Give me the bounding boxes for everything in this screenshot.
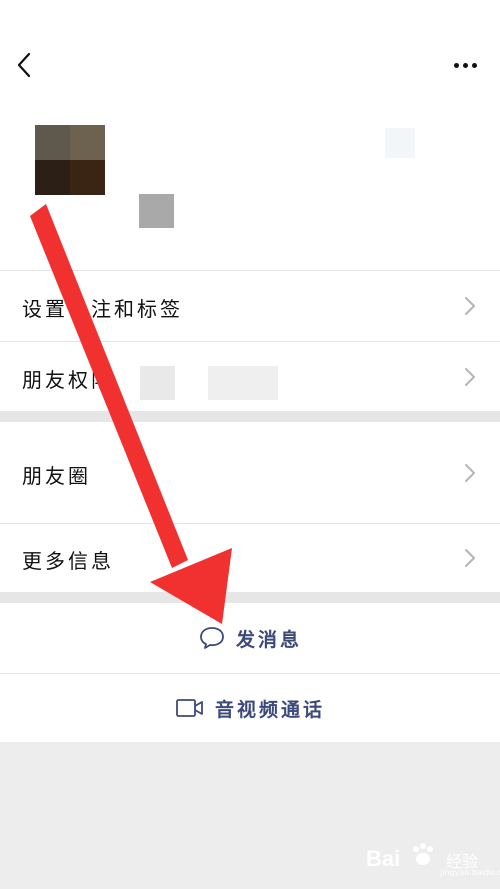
redacted-region bbox=[139, 194, 174, 228]
video-call-content: 音视频通话 bbox=[0, 674, 500, 742]
row-label: 设置备注和标签 bbox=[22, 297, 183, 321]
redacted-region bbox=[385, 128, 415, 158]
chevron-left-icon bbox=[17, 52, 31, 78]
avatar[interactable] bbox=[35, 125, 105, 195]
video-call-button[interactable]: 音视频通话 bbox=[0, 674, 500, 742]
chevron-right-icon bbox=[465, 549, 475, 567]
send-message-button[interactable]: 发消息 bbox=[0, 603, 500, 673]
row-moments[interactable]: 朋友圈 bbox=[0, 422, 500, 523]
baidu-watermark: Bai 经验 jingyan.baidu.com bbox=[360, 838, 500, 882]
video-camera-icon bbox=[176, 699, 203, 717]
row-label: 朋友权限 bbox=[22, 368, 114, 392]
redacted-region bbox=[140, 366, 175, 400]
paw-icon bbox=[413, 843, 433, 865]
avatar-pixel bbox=[70, 160, 105, 195]
more-button[interactable] bbox=[446, 52, 486, 78]
avatar-pixel bbox=[35, 160, 70, 195]
more-dots-icon bbox=[454, 63, 459, 68]
contact-profile-screen: 设置备注和标签 朋友权限 朋友圈 更多信息 发消息 音视频通话 Bai 经验 j… bbox=[0, 0, 500, 889]
section-gap bbox=[0, 411, 500, 422]
row-label: 朋友圈 bbox=[22, 464, 91, 488]
watermark-url: jingyan.baidu.com bbox=[440, 868, 500, 877]
chevron-right-icon bbox=[465, 297, 475, 315]
redacted-region bbox=[208, 366, 278, 400]
send-message-content: 发消息 bbox=[0, 603, 500, 673]
avatar-pixel bbox=[35, 125, 70, 160]
back-button[interactable] bbox=[10, 48, 40, 82]
row-label: 更多信息 bbox=[22, 549, 114, 573]
chevron-right-icon bbox=[465, 368, 475, 386]
more-dots-icon bbox=[463, 63, 468, 68]
row-friend-permissions[interactable]: 朋友权限 bbox=[0, 342, 500, 411]
row-remark-and-tags[interactable]: 设置备注和标签 bbox=[0, 271, 500, 341]
profile-header bbox=[0, 0, 500, 270]
watermark-text: Bai bbox=[366, 846, 401, 871]
more-dots-icon bbox=[472, 63, 477, 68]
send-message-label: 发消息 bbox=[235, 628, 302, 651]
row-more-info[interactable]: 更多信息 bbox=[0, 524, 500, 592]
section-gap bbox=[0, 592, 500, 603]
avatar-pixel bbox=[70, 125, 105, 160]
chat-bubble-icon bbox=[200, 627, 224, 649]
video-call-label: 音视频通话 bbox=[214, 698, 325, 721]
chevron-right-icon bbox=[465, 464, 475, 482]
